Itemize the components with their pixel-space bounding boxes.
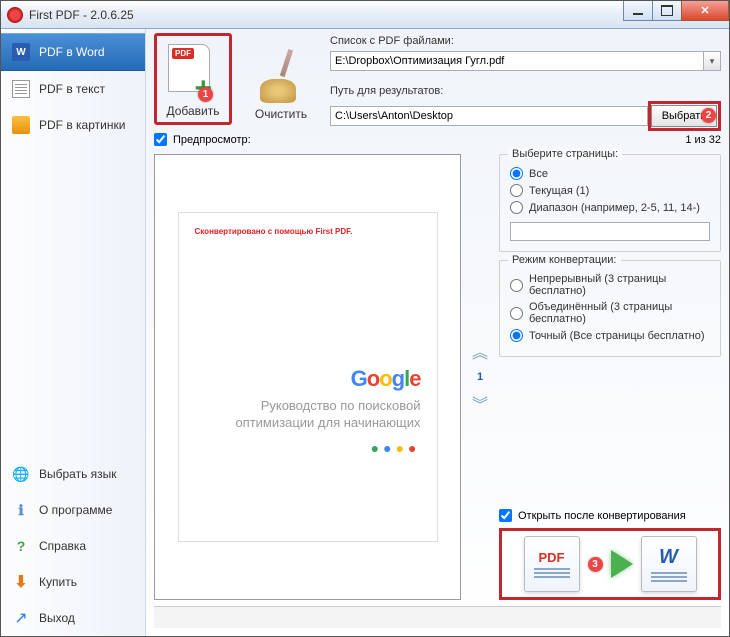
close-button[interactable] bbox=[681, 1, 729, 21]
preview-checkbox[interactable] bbox=[154, 133, 167, 146]
play-icon bbox=[611, 550, 633, 578]
app-icon bbox=[7, 7, 23, 23]
buy-icon: ⬇ bbox=[11, 572, 31, 592]
open-after-label: Открыть после конвертирования bbox=[518, 510, 686, 522]
sidebar-item-buy[interactable]: ⬇ Купить bbox=[1, 564, 145, 600]
preview-header: Предпросмотр: 1 из 32 bbox=[154, 133, 721, 146]
sidebar-item-pdf-to-images[interactable]: PDF в картинки bbox=[1, 107, 145, 143]
word-icon: W bbox=[11, 42, 31, 62]
page-down-arrow[interactable]: ︾ bbox=[472, 391, 488, 415]
google-logo: Google bbox=[351, 366, 421, 392]
annotation-badge-2: 2 bbox=[701, 108, 716, 123]
output-path-input[interactable] bbox=[330, 106, 648, 126]
pdf-page-preview: Сконвертировано с помощью First PDF. Goo… bbox=[178, 212, 438, 542]
pdf-source-icon: PDF bbox=[524, 536, 580, 592]
decorative-dots: ●●●● bbox=[195, 440, 421, 456]
window-controls bbox=[624, 1, 729, 21]
sidebar-item-label: Выход bbox=[39, 611, 75, 625]
page-up-arrow[interactable]: ︽ bbox=[472, 339, 488, 363]
minimize-button[interactable] bbox=[623, 1, 653, 21]
window-title: First PDF - 2.0.6.25 bbox=[29, 8, 134, 22]
add-button[interactable]: PDF+ 1 Добавить bbox=[154, 33, 232, 125]
sidebar-item-pdf-to-word[interactable]: W PDF в Word bbox=[1, 33, 145, 71]
annotation-badge-1: 1 bbox=[198, 87, 213, 102]
open-after-checkbox-row[interactable]: Открыть после конвертирования bbox=[499, 509, 721, 522]
info-icon: ℹ bbox=[11, 500, 31, 520]
add-button-label: Добавить bbox=[166, 104, 219, 118]
mode-continuous-radio[interactable]: Непрерывный (3 страницы бесплатно) bbox=[510, 273, 710, 297]
sidebar-item-label: Купить bbox=[39, 575, 77, 589]
pages-current-radio[interactable]: Текущая (1) bbox=[510, 184, 710, 197]
select-button-label: Выбрать bbox=[662, 110, 706, 122]
files-list-input[interactable] bbox=[330, 51, 704, 71]
current-page-number: 1 bbox=[477, 371, 483, 383]
pages-range-radio[interactable]: Диапазон (например, 2-5, 11, 14-) bbox=[510, 201, 710, 214]
open-after-checkbox[interactable] bbox=[499, 509, 512, 522]
select-button-highlight: Выбрать 2 bbox=[648, 101, 721, 131]
page-nav: ︽ 1 ︾ bbox=[469, 154, 491, 600]
mode-fieldset: Режим конвертации: Непрерывный (3 страни… bbox=[499, 260, 721, 357]
mode-legend: Режим конвертации: bbox=[508, 254, 621, 266]
annotation-badge-3: 3 bbox=[588, 557, 603, 572]
convert-button[interactable]: PDF 3 W bbox=[499, 528, 721, 600]
watermark-text: Сконвертировано с помощью First PDF. bbox=[195, 227, 421, 236]
mode-merged-radio[interactable]: Объединённый (3 страницы бесплатно) bbox=[510, 301, 710, 325]
pages-legend: Выберите страницы: bbox=[508, 148, 622, 160]
exit-icon: ↗ bbox=[11, 608, 31, 628]
sidebar: W PDF в Word PDF в текст PDF в картинки … bbox=[1, 29, 146, 636]
files-list-label: Список с PDF файлами: bbox=[330, 35, 721, 47]
mode-exact-radio[interactable]: Точный (Все страницы бесплатно) bbox=[510, 329, 710, 342]
sidebar-item-about[interactable]: ℹ О программе bbox=[1, 492, 145, 528]
sidebar-item-label: Выбрать язык bbox=[39, 467, 117, 481]
sidebar-item-exit[interactable]: ↗ Выход bbox=[1, 600, 145, 636]
broom-icon bbox=[256, 47, 306, 103]
preview-box: Сконвертировано с помощью First PDF. Goo… bbox=[154, 154, 461, 600]
sidebar-item-label: PDF в текст bbox=[39, 82, 105, 96]
pages-range-input[interactable] bbox=[510, 222, 710, 241]
sidebar-item-language[interactable]: 🌐 Выбрать язык bbox=[1, 456, 145, 492]
clear-button-label: Очистить bbox=[255, 107, 307, 121]
globe-icon: 🌐 bbox=[11, 464, 31, 484]
images-icon bbox=[11, 115, 31, 135]
page-count-label: 1 из 32 bbox=[685, 134, 721, 146]
text-icon bbox=[11, 79, 31, 99]
sidebar-item-pdf-to-text[interactable]: PDF в текст bbox=[1, 71, 145, 107]
help-icon: ? bbox=[11, 536, 31, 556]
maximize-button[interactable] bbox=[652, 1, 682, 21]
sidebar-item-label: Справка bbox=[39, 539, 86, 553]
pages-fieldset: Выберите страницы: Все Текущая (1) Диапа… bbox=[499, 154, 721, 252]
doc-title: Руководство по поисковой оптимизации для… bbox=[195, 398, 421, 432]
sidebar-item-help[interactable]: ? Справка bbox=[1, 528, 145, 564]
word-target-icon: W bbox=[641, 536, 697, 592]
sidebar-item-label: PDF в картинки bbox=[39, 118, 125, 132]
pages-all-radio[interactable]: Все bbox=[510, 167, 710, 180]
preview-label: Предпросмотр: bbox=[173, 134, 251, 146]
clear-button[interactable]: Очистить bbox=[242, 33, 320, 125]
files-dropdown-arrow[interactable]: ▾ bbox=[704, 51, 721, 71]
sidebar-item-label: PDF в Word bbox=[39, 45, 105, 59]
output-path-label: Путь для результатов: bbox=[330, 85, 721, 97]
status-bar bbox=[154, 606, 721, 628]
titlebar: First PDF - 2.0.6.25 bbox=[1, 1, 729, 29]
sidebar-item-label: О программе bbox=[39, 503, 112, 517]
